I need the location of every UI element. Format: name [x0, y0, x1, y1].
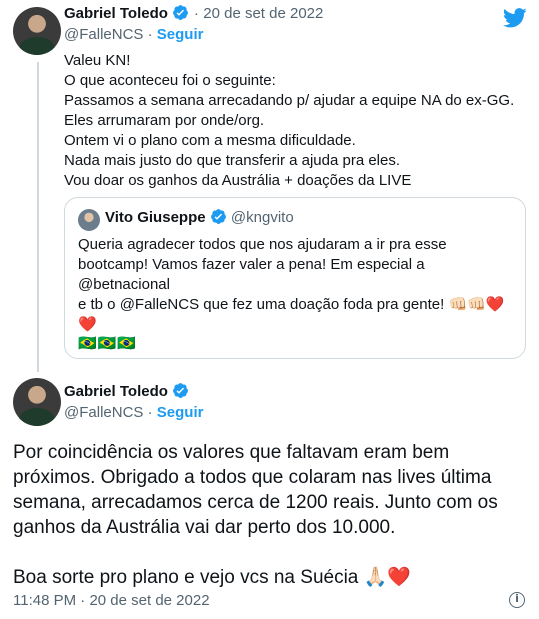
separator: · [80, 592, 86, 609]
text-line: bootcamp! Vamos fazer valer a pena! Em e… [78, 256, 425, 293]
info-icon[interactable] [509, 592, 525, 608]
author-handle[interactable]: @FalleNCS [64, 404, 143, 421]
text-line: Eles arrumaram por onde/org. [64, 112, 265, 129]
tweet1-header: Gabriel Toledo · 20 de set de 2022 [64, 4, 323, 26]
avatar [78, 209, 100, 231]
text-line: ganhos da Austrália vai dar perto dos 10… [13, 517, 396, 538]
text-line: Ontem vi o plano com a mesma dificuldade… [64, 132, 356, 149]
author-handle: @kngvito [230, 209, 294, 226]
separator: · [193, 5, 199, 22]
flag-emojis: 🇧🇷🇧🇷🇧🇷 [78, 335, 138, 352]
author-handle[interactable]: @FalleNCS [64, 26, 143, 43]
twitter-bird-icon[interactable] [502, 8, 527, 33]
verified-icon [172, 382, 189, 404]
author-name[interactable]: Gabriel Toledo [64, 383, 168, 400]
separator: · [147, 404, 153, 421]
verified-icon [172, 4, 189, 26]
text-line: Passamos a semana arrecadando p/ ajudar … [64, 92, 515, 109]
follow-button[interactable]: Seguir [157, 404, 204, 421]
verified-icon [210, 208, 227, 229]
text-line: semana, arrecadamos cerca de 1200 reais.… [13, 492, 498, 513]
follow-button[interactable]: Seguir [157, 26, 204, 43]
thread-line [37, 62, 39, 372]
author-name: Vito Giuseppe [105, 209, 206, 226]
tweet2-header: Gabriel Toledo [64, 382, 189, 404]
quoted-tweet[interactable]: Vito Giuseppe @kngvito Queria agradecer … [64, 197, 526, 359]
tweet-time: 11:48 PM [13, 592, 77, 609]
text-line: Nada mais justo do que transferir a ajud… [64, 152, 401, 169]
tweet1-subheader: @FalleNCS · Seguir [64, 26, 203, 43]
text-line: e tb o @FalleNCS que fez uma doação foda… [78, 296, 505, 313]
tweet-timestamp[interactable]: 11:48 PM · 20 de set de 2022 [13, 592, 210, 609]
text-line: O que aconteceu foi o seguinte: [64, 72, 276, 89]
text-line: Queria agradecer todos que nos ajudaram … [78, 236, 447, 253]
text-line: ❤️ [78, 316, 97, 333]
quote-header: Vito Giuseppe @kngvito [105, 208, 294, 229]
separator: · [147, 26, 153, 43]
tweet-date[interactable]: 20 de set de 2022 [203, 5, 323, 22]
text-line: Boa sorte pro plano e vejo vcs na Suécia… [13, 567, 411, 588]
author-name[interactable]: Gabriel Toledo [64, 5, 168, 22]
quote-text: Queria agradecer todos que nos ajudaram … [78, 235, 518, 335]
text-line: próximos. Obrigado a todos que colaram n… [13, 467, 492, 488]
tweet2-subheader: @FalleNCS · Seguir [64, 404, 203, 421]
text-line: Valeu KN! [64, 52, 131, 69]
avatar[interactable] [13, 378, 61, 426]
avatar[interactable] [13, 7, 61, 55]
text-line: Vou doar os ganhos da Austrália + doaçõe… [64, 172, 412, 189]
text-line: Por coincidência os valores que faltavam… [13, 442, 450, 463]
tweet-date: 20 de set de 2022 [89, 592, 210, 609]
tweet2-text: Por coincidência os valores que faltavam… [13, 440, 528, 590]
tweet1-text: Valeu KN! O que aconteceu foi o seguinte… [64, 51, 524, 191]
